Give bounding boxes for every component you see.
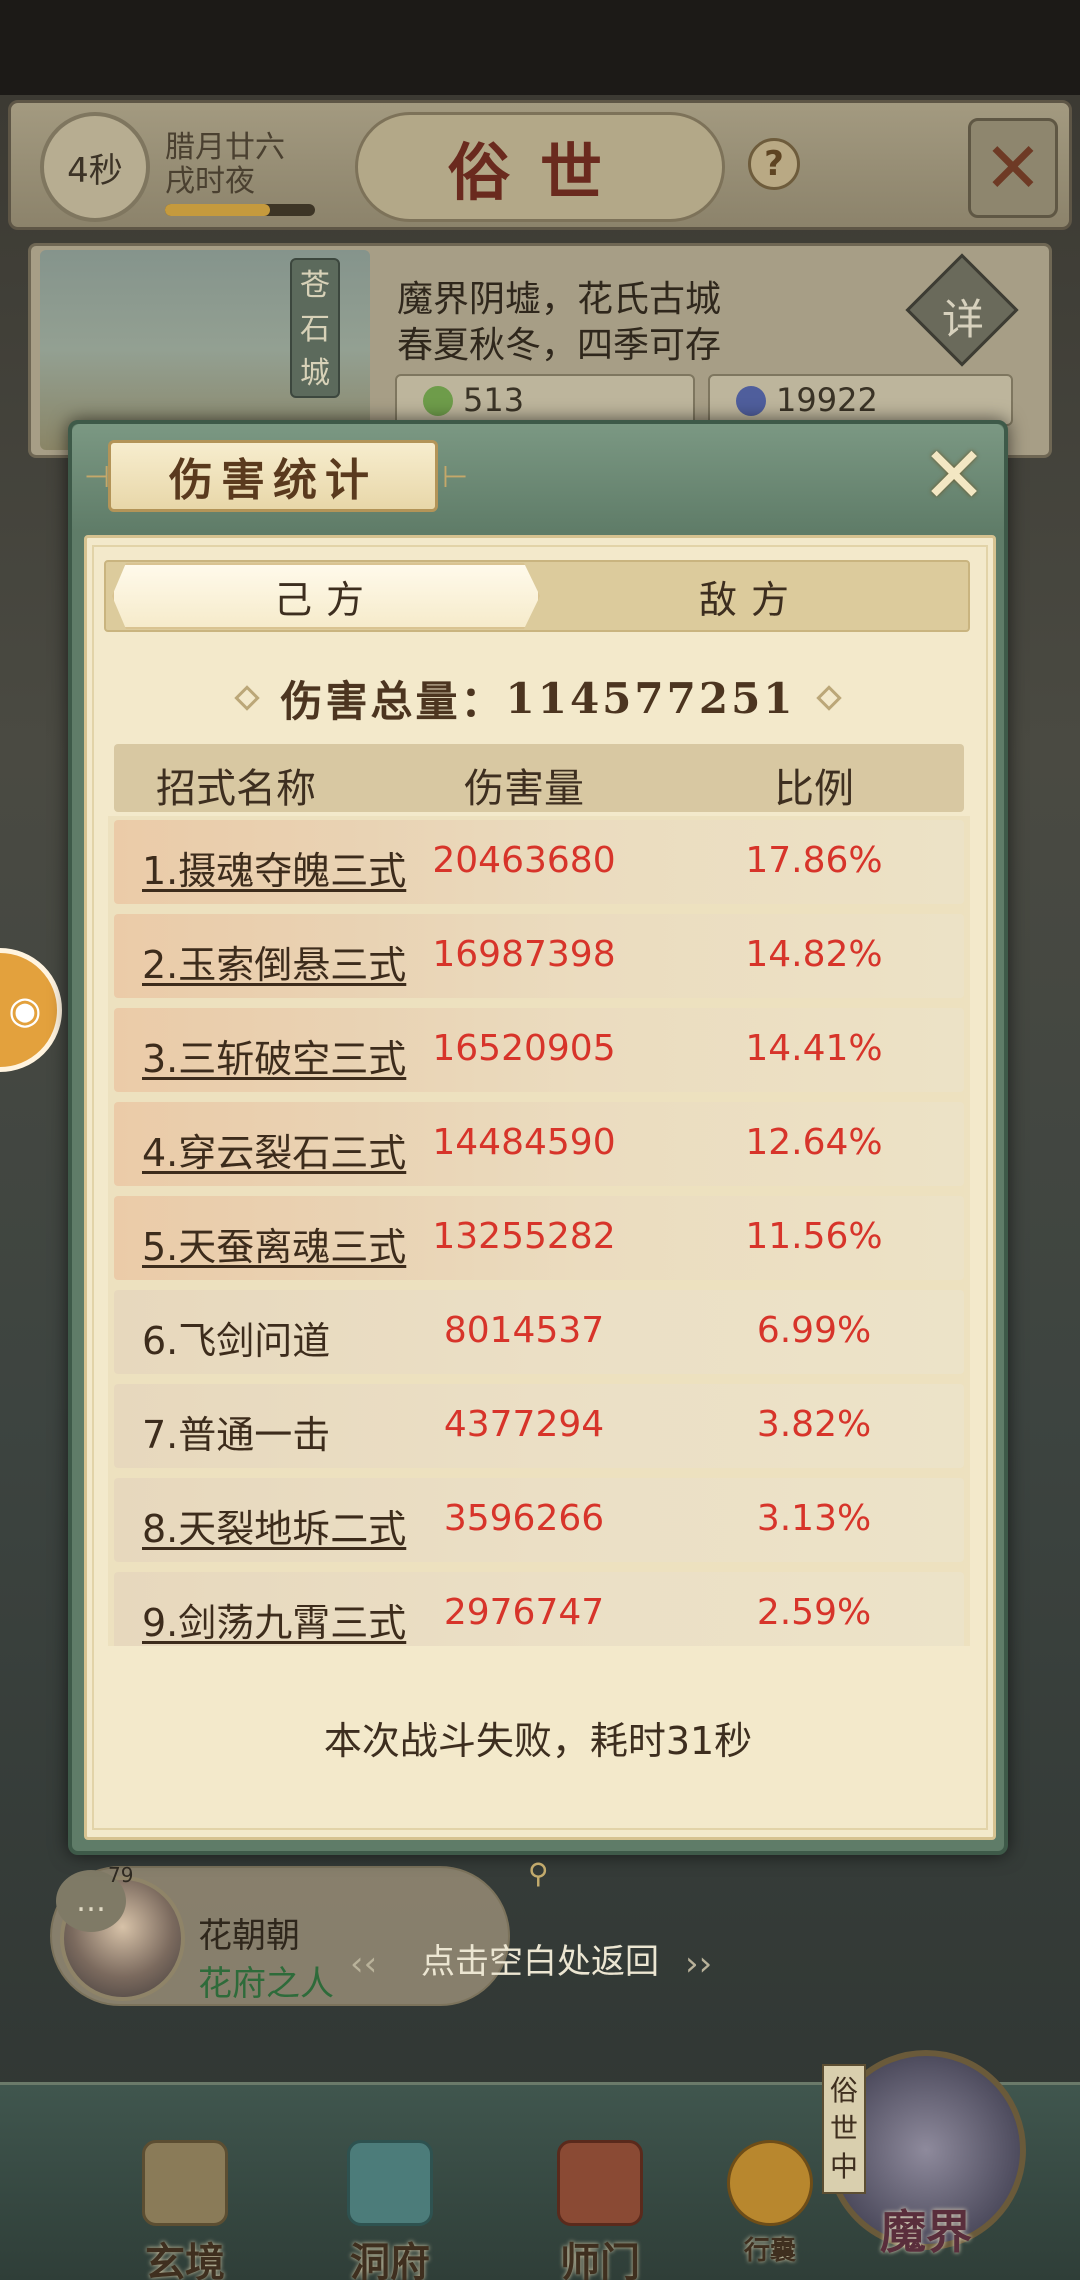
total-value: 114577251 (505, 673, 796, 723)
table-row: 2.玉索倒悬三式 16987398 14.82% (114, 914, 964, 998)
skill-name[interactable]: 3.三斩破空三式 (142, 1028, 406, 1083)
damage-ratio: 11.56% (745, 1216, 883, 1257)
damage-table[interactable]: 1.摄魂夺魄三式 20463680 17.86% 2.玉索倒悬三式 169873… (108, 816, 970, 1646)
damage-value: 16520905 (432, 1028, 616, 1069)
nav-dongfu[interactable]: 洞府 (320, 2140, 460, 2280)
coin-icon (736, 386, 766, 416)
nav-xuanjing[interactable]: 玄境 (115, 2140, 255, 2280)
time-of-day: 戌时夜 (165, 164, 255, 199)
tab-enemy-side[interactable]: 敌方 (540, 563, 962, 629)
column-ratio: 比例 (774, 766, 854, 812)
damage-ratio: 3.82% (756, 1404, 872, 1445)
table-row: 4.穿云裂石三式 14484590 12.64% (114, 1102, 964, 1186)
damage-value: 2976747 (443, 1592, 605, 1633)
swirl-right-icon: ›› (685, 1944, 713, 1984)
damage-value: 4377294 (443, 1404, 605, 1445)
city-name: 苍石城 (290, 258, 340, 398)
nav-xingnang[interactable]: 行囊 (700, 2140, 840, 2270)
damage-value: 16987398 (432, 934, 616, 975)
total-damage: 伤害总量： 114577251 (110, 655, 966, 741)
column-skill-name: 招式名称 (156, 766, 316, 812)
damage-value: 8014537 (443, 1310, 605, 1351)
damage-value: 14484590 (432, 1122, 616, 1163)
knot-ornament-icon: ⚲ (528, 1857, 549, 1890)
damage-ratio: 2.59% (756, 1592, 872, 1633)
banner-icon (557, 2140, 643, 2226)
time-indicator: 4秒 (40, 112, 150, 222)
total-label: 伤害总量： (280, 676, 506, 726)
table-row: 7.普通一击 4377294 3.82% (114, 1384, 964, 1468)
diamond-icon (234, 685, 261, 711)
skill-name[interactable]: 2.玉索倒悬三式 (142, 934, 406, 989)
skill-name: 7.普通一击 (142, 1413, 331, 1457)
return-hint[interactable]: 点击空白处返回 (345, 1934, 735, 1983)
table-row: 5.天蚕离魂三式 13255282 11.56% (114, 1196, 964, 1280)
damage-value: 20463680 (432, 840, 616, 881)
player-level: 79 (108, 1863, 134, 1887)
realm-tag: 俗世中 (822, 2064, 866, 2194)
resource-jade: 513 (395, 374, 695, 426)
skill-name[interactable]: 9.剑荡九霄三式 (142, 1592, 406, 1646)
dialog-title: 伤害统计 (108, 440, 438, 512)
column-damage: 伤害量 (464, 766, 584, 812)
scene-title: 俗世 (355, 112, 725, 222)
table-header: 招式名称 伤害量 比例 (114, 744, 964, 812)
skill-name[interactable]: 1.摄魂夺魄三式 (142, 840, 406, 895)
pavilion-icon (347, 2140, 433, 2226)
table-row: 1.摄魂夺魄三式 20463680 17.86% (114, 820, 964, 904)
damage-ratio: 3.13% (756, 1498, 872, 1539)
damage-ratio: 12.64% (745, 1122, 883, 1163)
damage-value: 13255282 (432, 1216, 616, 1257)
nav-shimen[interactable]: 师门 (530, 2140, 670, 2280)
tab-own-side[interactable]: 己方 (112, 563, 540, 629)
table-row: 3.三斩破空三式 16520905 14.41% (114, 1008, 964, 1092)
skill-name[interactable]: 5.天蚕离魂三式 (142, 1216, 406, 1271)
city-description-1: 魔界阴墟，花氏古城 (397, 279, 722, 320)
player-name: 花朝朝 (198, 1916, 300, 1956)
table-row: 9.剑荡九霄三式 2976747 2.59% (114, 1572, 964, 1646)
close-icon[interactable]: ✕ (918, 437, 990, 515)
skill-name: 6.飞剑问道 (142, 1319, 331, 1363)
detail-label: 详 (941, 295, 984, 344)
nav-mojie[interactable]: 魔界 (880, 2196, 972, 2262)
plaque-ornament-right: ⊢ (442, 460, 469, 495)
skill-name[interactable]: 8.天裂地坼二式 (142, 1498, 406, 1553)
bag-icon (727, 2140, 813, 2226)
player-title: 花府之人 (198, 1964, 334, 2004)
table-row: 8.天裂地坼二式 3596266 3.13% (114, 1478, 964, 1562)
damage-ratio: 14.82% (745, 934, 883, 975)
skill-name[interactable]: 4.穿云裂石三式 (142, 1122, 406, 1177)
crossed-tools-icon[interactable]: ✕ (968, 118, 1058, 218)
damage-ratio: 6.99% (756, 1310, 872, 1351)
damage-ratio: 14.41% (745, 1028, 883, 1069)
damage-value: 3596266 (443, 1498, 605, 1539)
scroll-icon (142, 2140, 228, 2226)
table-row: 6.飞剑问道 8014537 6.99% (114, 1290, 964, 1374)
jade-icon (423, 386, 453, 416)
plaque-ornament-left: ⊣ (84, 460, 111, 495)
help-button[interactable]: ? (748, 138, 800, 190)
diamond-icon (815, 685, 842, 711)
time-progress-bar (165, 204, 315, 216)
battle-result: 本次战斗失败，耗时31秒 (323, 1719, 753, 1763)
resource-coin: 19922 (708, 374, 1013, 426)
damage-ratio: 17.86% (745, 840, 883, 881)
city-description-2: 春夏秋冬，四季可存 (397, 325, 722, 366)
